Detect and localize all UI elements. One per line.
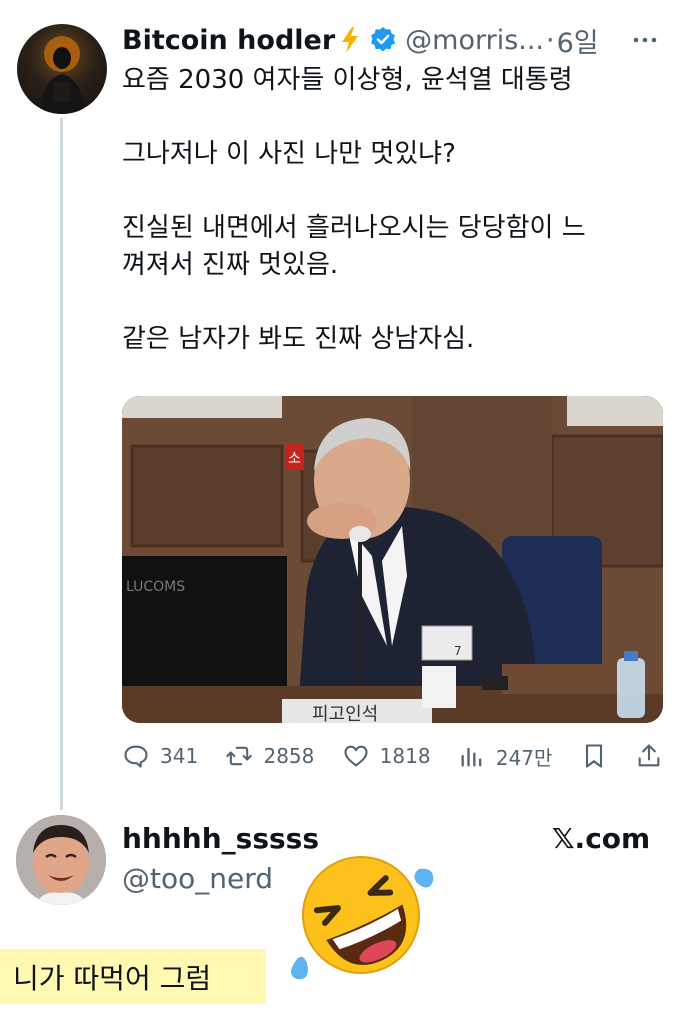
tweet-line: 같은 남자가 봐도 진짜 상남자심.: [122, 324, 475, 354]
lightning-bolt-icon: [339, 26, 361, 54]
tweet-timestamp[interactable]: 6일: [557, 21, 599, 60]
heart-icon: [344, 745, 368, 767]
crying-man-face-icon: [16, 815, 106, 905]
tweet-body: 요즘 2030 여자들 이상형, 윤석열 대통령 그나저나 이 사진 나만 멋있…: [122, 62, 652, 358]
avatar-figure-icon: [39, 36, 85, 114]
author-display-name[interactable]: Bitcoin hodler: [122, 25, 335, 56]
rolling-laughing-emoji-icon: [283, 847, 438, 982]
tweet-media-photo[interactable]: 소 LUCOMS 7 피고인석: [122, 396, 663, 723]
tweet-header: Bitcoin hodler @morris... · 6일: [122, 21, 599, 60]
monitor-brand: LUCOMS: [126, 579, 185, 595]
author-handle[interactable]: @morris...: [405, 25, 544, 56]
nameplate-text: 피고인석: [312, 704, 378, 723]
tweet-line: 껴져서 진짜 멋있음.: [122, 250, 339, 280]
reply-author-avatar[interactable]: [16, 815, 106, 905]
bookmark-icon: [585, 744, 602, 768]
like-button[interactable]: 1818: [342, 742, 431, 770]
views-button[interactable]: 247만: [458, 742, 553, 771]
author-avatar[interactable]: [17, 24, 107, 114]
retweet-arrows-icon: [226, 746, 253, 766]
retweet-count: 2858: [263, 744, 315, 768]
reply-count: 341: [160, 744, 199, 768]
share-upload-icon: [638, 744, 660, 767]
badge-number: 7: [454, 644, 462, 658]
verified-badge-icon[interactable]: [369, 26, 397, 54]
share-button[interactable]: [635, 742, 663, 770]
x-com-brand: 𝕏.com: [552, 822, 651, 855]
courtroom-photo: 소 LUCOMS 7 피고인석: [122, 396, 663, 723]
tweet-line: 그나저나 이 사진 나만 멋있냐?: [122, 139, 456, 169]
tweet-action-bar: 341 2858 1818 247만: [122, 736, 663, 776]
bookmark-button[interactable]: [580, 742, 608, 770]
caption-text: 니가 따먹어 그럼: [0, 949, 266, 1004]
more-options-icon[interactable]: [628, 26, 662, 54]
header-separator: ·: [546, 24, 555, 56]
retweet-button[interactable]: 2858: [225, 742, 314, 770]
reply-button[interactable]: 341: [122, 742, 198, 770]
thread-connector-line: [60, 118, 63, 810]
views-bar-chart-icon: [461, 747, 482, 767]
reply-bubble-icon: [124, 745, 148, 768]
tweet-line: 요즘 2030 여자들 이상형, 윤석열 대통령: [122, 65, 573, 95]
sign-fragment: 소: [288, 451, 301, 467]
views-count: 247만: [495, 745, 553, 770]
like-count: 1818: [379, 744, 431, 768]
tweet-line: 진실된 내면에서 흘러나오시는 당당함이 느: [122, 213, 586, 243]
reply-handle[interactable]: @too_nerd: [122, 862, 273, 895]
